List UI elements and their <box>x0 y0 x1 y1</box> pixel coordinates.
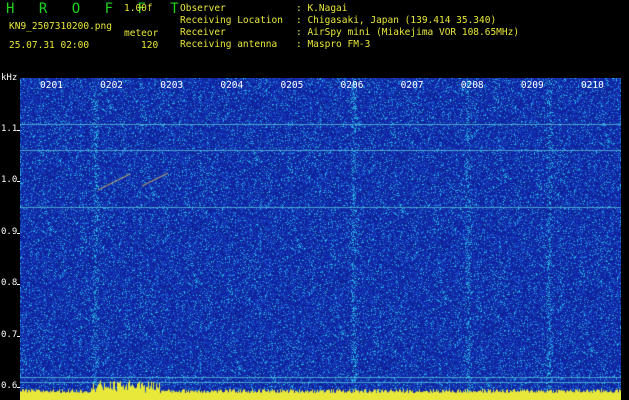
x-tick-label: 0202 <box>100 80 124 91</box>
y-tick-label: 0.7 <box>1 329 18 340</box>
y-tick-label: 0.8 <box>1 278 18 289</box>
y-tick-label: 0.9 <box>1 226 18 237</box>
info-label-antenna: Receiving antenna <box>180 39 278 50</box>
info-label-receiver: Receiver <box>180 27 226 38</box>
x-tick-label: 0209 <box>520 80 544 91</box>
info-label-location: Receiving Location <box>180 15 283 26</box>
info-value-location: : Chigasaki, Japan (139.414 35.340) <box>296 15 497 26</box>
y-tick-label: 0.6 <box>1 381 18 392</box>
y-tick-mark <box>17 387 20 389</box>
y-tick-mark <box>17 181 20 183</box>
meteor-count: 120 <box>141 40 159 51</box>
info-value-receiver: : AirSpy mini (Miakejima VOR 108.65MHz) <box>296 27 520 38</box>
filename-label: KN9_2507310200.png <box>9 21 112 32</box>
x-tick-label: 0203 <box>160 80 184 91</box>
x-tick-label: 0201 <box>40 80 63 91</box>
app-title: H R O F F T <box>6 1 187 17</box>
y-tick-label: 1.1 <box>1 123 18 134</box>
info-value-observer: : K.Nagai <box>296 3 348 14</box>
y-tick-mark <box>17 335 20 337</box>
info-value-antenna: : Maspro FM-3 <box>296 39 371 50</box>
x-tick-label: 0208 <box>460 80 484 91</box>
y-tick-label: 1.0 <box>1 175 18 186</box>
spectrogram <box>20 78 621 400</box>
meteor-label: meteor <box>124 28 159 39</box>
x-tick-label: 0206 <box>340 80 364 91</box>
info-label-observer: Observer <box>180 3 226 14</box>
datetime-label: 25.07.31 02:00 <box>9 40 90 51</box>
y-axis-unit: kHz <box>1 73 18 83</box>
y-tick-mark <box>17 284 20 286</box>
y-tick-mark <box>17 232 20 234</box>
x-tick-label: 0205 <box>280 80 304 91</box>
version-label: 1.00f <box>124 3 153 14</box>
x-tick-label: 0210 <box>580 80 604 91</box>
x-tick-label: 0204 <box>220 80 244 91</box>
y-tick-mark <box>17 129 20 131</box>
x-tick-label: 0207 <box>400 80 424 91</box>
